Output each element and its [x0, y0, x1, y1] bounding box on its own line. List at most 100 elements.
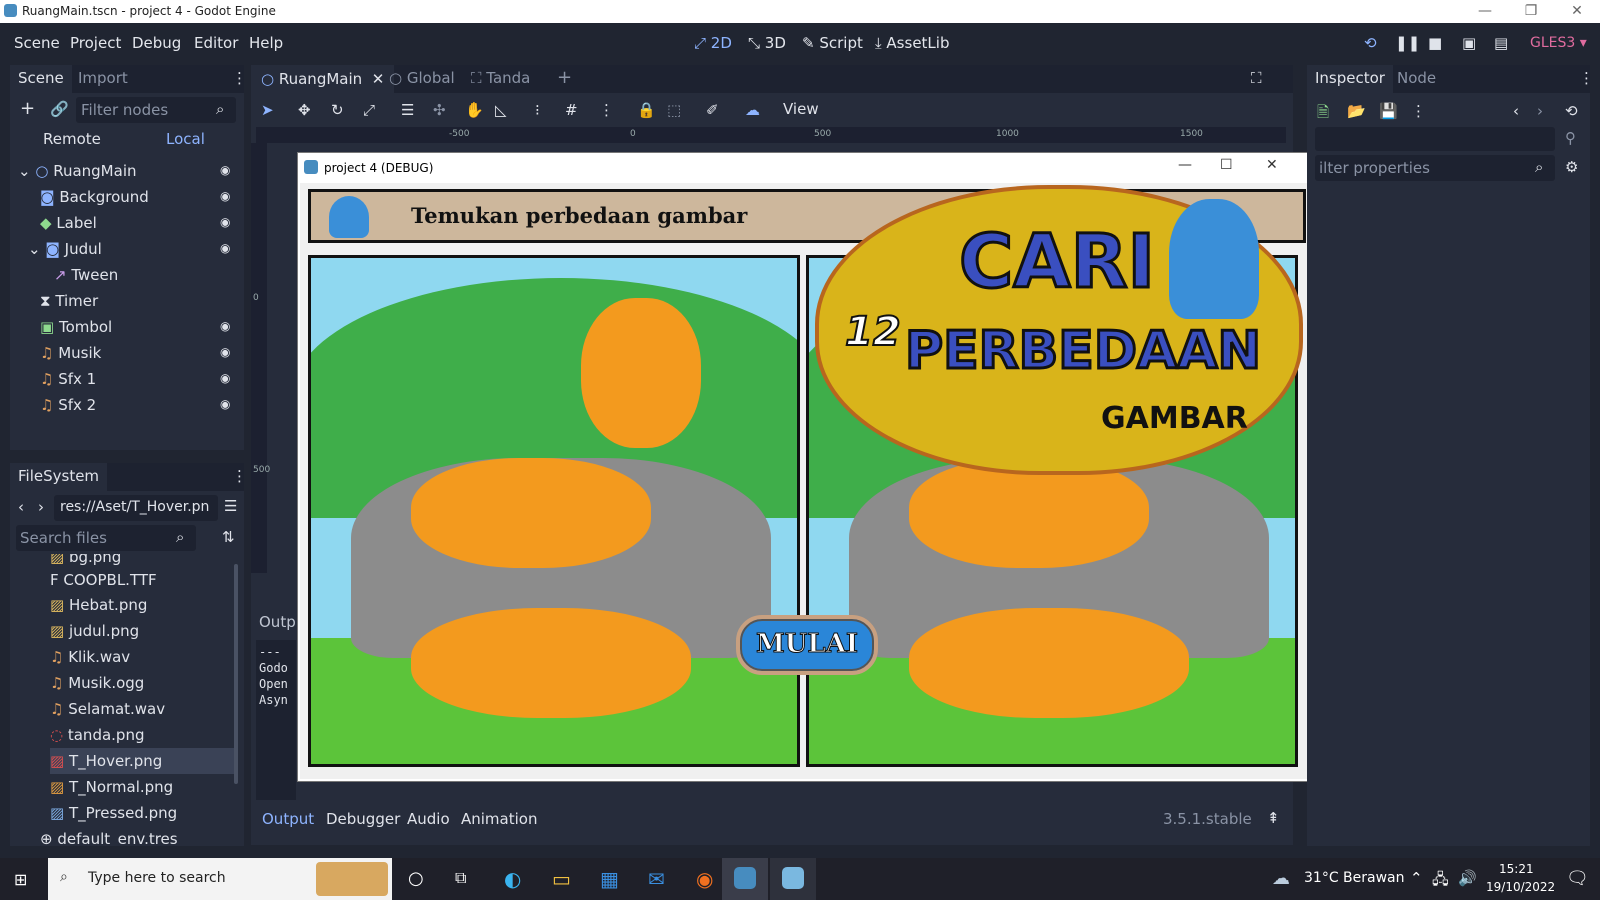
tree-node-judul[interactable]: ⌄ ◙ Judul	[28, 236, 102, 262]
search-files-input[interactable]: Search files ⌕	[16, 525, 196, 551]
close-tab-icon[interactable]: ✕	[372, 70, 385, 88]
camera-override-icon[interactable]: ☁	[745, 101, 760, 119]
restore-button[interactable]: ❐	[1508, 0, 1554, 23]
scale-mode-icon[interactable]: ⤢	[363, 101, 375, 119]
snap-options-icon[interactable]: ⋮	[599, 101, 614, 119]
tab-node[interactable]: Node	[1397, 69, 1436, 87]
visibility-eye-icon[interactable]: ◉	[220, 241, 234, 255]
workspace-3d-button[interactable]: ⤡ 3D	[748, 34, 786, 52]
clock-date[interactable]: 19/10/2022	[1486, 880, 1555, 894]
pan-mode-icon[interactable]: ✋	[465, 101, 484, 119]
tree-node-tween[interactable]: ↗ Tween	[54, 262, 118, 288]
visibility-eye-icon[interactable]: ◉	[220, 371, 234, 385]
workspace-2d-button[interactable]: ⤢ 2D	[694, 34, 732, 52]
history-back-icon[interactable]: ‹	[1513, 102, 1519, 120]
file-item[interactable]: F COOPBL.TTF	[50, 567, 157, 593]
object-properties-icon[interactable]: ⚲	[1565, 129, 1576, 147]
tab-tanda[interactable]: ⛶ Tanda	[471, 69, 530, 87]
file-item[interactable]: ⊕ default_env.tres	[40, 826, 178, 846]
task-view-icon[interactable]: ⧉	[455, 868, 466, 888]
file-item[interactable]: ▨ T_Pressed.png	[50, 800, 177, 826]
open-resource-icon[interactable]: 📂	[1347, 102, 1366, 120]
tree-node-background[interactable]: ◙ Background	[40, 184, 149, 210]
game-minimize-button[interactable]: —	[1178, 157, 1192, 173]
stop-icon[interactable]: ■	[1428, 34, 1442, 52]
file-item[interactable]: ♫ Musik.ogg	[50, 670, 144, 696]
history-icon[interactable]: ⟲	[1565, 102, 1578, 120]
file-item[interactable]: ▨ judul.png	[50, 618, 139, 644]
link-icon[interactable]: 🔗	[50, 100, 69, 118]
workspace-assetlib-button[interactable]: ⤓ AssetLib	[875, 34, 949, 52]
add-tab-icon[interactable]: +	[557, 67, 572, 88]
tree-node-label[interactable]: ◆ Label	[40, 210, 97, 236]
weather-text[interactable]: 31°C Berawan	[1304, 870, 1405, 886]
remote-button[interactable]: Remote	[43, 130, 101, 148]
path-field[interactable]: res://Aset/T_Hover.pn	[54, 495, 218, 521]
pivot-icon[interactable]: ✣	[433, 101, 446, 119]
tree-node-tombol[interactable]: ▣ Tombol	[40, 314, 112, 340]
cortana-icon[interactable]: ○	[408, 868, 424, 889]
tree-node-timer[interactable]: ⧗ Timer	[40, 288, 98, 314]
back-icon[interactable]: ‹	[18, 498, 24, 516]
file-item[interactable]: ◌ tanda.png	[50, 722, 144, 748]
dock-menu-icon[interactable]: ⋮	[232, 467, 247, 485]
ruler-mode-icon[interactable]: ◺	[495, 101, 507, 119]
visibility-eye-icon[interactable]: ◉	[220, 189, 234, 203]
game-close-button[interactable]: ✕	[1266, 157, 1278, 173]
tab-animation[interactable]: Animation	[461, 810, 537, 828]
file-item[interactable]: ♫ Klik.wav	[50, 644, 130, 670]
renderer-selector[interactable]: GLES3 ▾	[1530, 35, 1587, 51]
menu-editor[interactable]: Editor	[194, 34, 238, 52]
godot-taskbar-button[interactable]	[722, 858, 768, 900]
sort-icon[interactable]: ⇅	[222, 528, 235, 546]
visibility-eye-icon[interactable]: ◉	[220, 397, 234, 411]
pause-icon[interactable]: ❚❚	[1395, 34, 1420, 52]
view-menu[interactable]: View	[783, 100, 819, 118]
scrollbar[interactable]	[234, 564, 238, 784]
store-icon[interactable]: ▦	[600, 867, 619, 891]
property-settings-icon[interactable]: ⚙	[1565, 158, 1578, 176]
workspace-script-button[interactable]: ✎ Script	[802, 34, 863, 52]
dock-menu-icon[interactable]: ⋮	[1579, 69, 1594, 87]
save-resource-icon[interactable]: 💾	[1379, 102, 1398, 120]
reload-icon[interactable]: ⟲	[1364, 34, 1377, 52]
local-button[interactable]: Local	[166, 130, 205, 148]
visibility-eye-icon[interactable]: ◉	[220, 163, 234, 177]
add-node-icon[interactable]: +	[20, 98, 35, 119]
visibility-eye-icon[interactable]: ◉	[220, 215, 234, 229]
distraction-free-icon[interactable]: ⛶	[1251, 69, 1262, 87]
forward-icon[interactable]: ›	[38, 498, 44, 516]
file-item[interactable]: ▨ T_Normal.png	[50, 774, 173, 800]
tab-output[interactable]: Output	[262, 810, 314, 828]
tree-node-ruangmain[interactable]: ⌄ ○ RuangMain	[18, 158, 137, 184]
smart-snap-icon[interactable]: ⁝	[535, 101, 540, 119]
volume-icon[interactable]: 🔊	[1458, 869, 1477, 887]
tab-global[interactable]: ○ Global	[389, 69, 455, 87]
select-mode-icon[interactable]: ➤	[261, 101, 274, 119]
lock-icon[interactable]: 🔒	[637, 101, 656, 119]
mulai-button[interactable]: MULAI	[736, 615, 878, 675]
menu-project[interactable]: Project	[70, 34, 121, 52]
move-mode-icon[interactable]: ✥	[298, 101, 311, 119]
tab-debugger[interactable]: Debugger	[326, 810, 400, 828]
godot-game-taskbar-button[interactable]	[770, 858, 816, 900]
tab-filesystem[interactable]: FileSystem	[10, 463, 108, 491]
close-button[interactable]: ✕	[1554, 0, 1600, 23]
visibility-eye-icon[interactable]: ◉	[220, 345, 234, 359]
menu-scene[interactable]: Scene	[14, 34, 60, 52]
menu-help[interactable]: Help	[249, 34, 283, 52]
skeleton-icon[interactable]: ✐	[706, 101, 719, 119]
split-mode-icon[interactable]: ☰	[224, 497, 237, 515]
tab-ruangmain[interactable]: ○ RuangMain ✕	[251, 65, 395, 93]
tab-audio[interactable]: Audio	[407, 810, 450, 828]
game-maximize-button[interactable]: ☐	[1220, 157, 1233, 173]
minimize-button[interactable]: —	[1462, 0, 1508, 23]
file-explorer-icon[interactable]: ▭	[552, 867, 571, 891]
play-scene-icon[interactable]: ▣	[1462, 34, 1476, 52]
mail-icon[interactable]: ✉	[648, 867, 665, 891]
network-icon[interactable]: 🖧	[1432, 869, 1449, 894]
visibility-eye-icon[interactable]: ◉	[220, 319, 234, 333]
group-icon[interactable]: ⬚	[667, 101, 681, 119]
tree-node-sfx1[interactable]: ♫ Sfx 1	[40, 366, 96, 392]
taskbar-search[interactable]: ⌕ Type here to search	[48, 858, 392, 900]
